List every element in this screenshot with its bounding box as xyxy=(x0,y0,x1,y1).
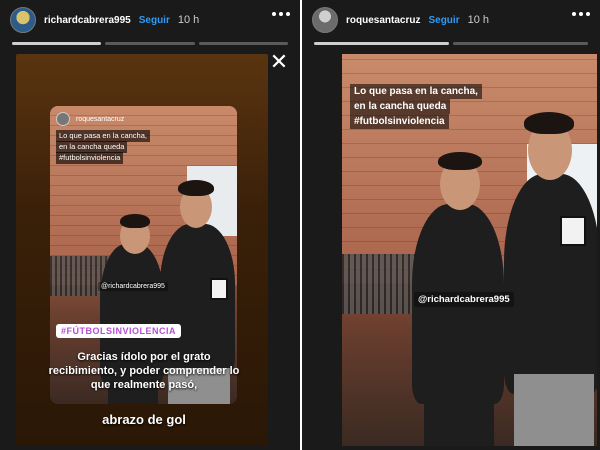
right-story-panel: roquesantacruz Seguir 10 h Lo que pasa e… xyxy=(300,0,600,450)
avatar xyxy=(56,112,70,126)
follow-button[interactable]: Seguir xyxy=(139,15,170,26)
story-text: Gracias ídolo por el grato recibimiento,… xyxy=(48,351,240,391)
close-icon[interactable]: ✕ xyxy=(268,51,290,74)
post-time: 10 h xyxy=(467,14,490,26)
post-time: 10 h xyxy=(177,14,200,26)
follow-button[interactable]: Seguir xyxy=(428,15,459,26)
username[interactable]: roquesantacruz xyxy=(346,15,420,26)
more-options-icon[interactable] xyxy=(572,12,590,16)
avatar[interactable] xyxy=(10,7,36,33)
reshared-username: roquesantacruz xyxy=(76,115,125,123)
person-image xyxy=(504,174,597,394)
story-progress-bar xyxy=(12,42,288,45)
caption-line: Lo que pasa en la cancha, xyxy=(350,84,482,99)
avatar[interactable] xyxy=(312,7,338,33)
hashtag-sticker[interactable]: #FÚTBOLSINVIOLENCIA xyxy=(56,324,182,338)
hashtag-text: #FÚTBOLSINVIOLENCIA xyxy=(61,326,177,336)
username[interactable]: richardcabrera995 xyxy=(44,15,131,26)
progress-segment xyxy=(314,42,449,45)
progress-segment xyxy=(453,42,588,45)
left-story-panel: richardcabrera995 Seguir 10 h roquesanta… xyxy=(0,0,300,450)
story-text-emphasis: abrazo de gol xyxy=(102,412,186,427)
mention-tag[interactable]: @richardcabrera995 xyxy=(98,282,168,291)
progress-segment xyxy=(12,42,102,45)
caption-line: en la cancha queda xyxy=(350,99,451,114)
story-header: roquesantacruz Seguir 10 h xyxy=(302,0,600,40)
mention-tag[interactable]: @richardcabrera995 xyxy=(414,292,514,307)
caption-hashtag[interactable]: #futbolsinviolencia xyxy=(56,152,124,164)
grill-image xyxy=(342,254,422,314)
story-content[interactable]: roquesantacruz Lo que pasa en la cancha,… xyxy=(16,54,268,446)
more-options-icon[interactable] xyxy=(272,12,290,16)
caption-hashtag[interactable]: #futbolsinviolencia xyxy=(350,114,449,129)
reshared-user[interactable]: roquesantacruz xyxy=(56,112,124,126)
story-header: richardcabrera995 Seguir 10 h xyxy=(0,0,300,40)
story-content[interactable]: Lo que pasa en la cancha, en la cancha q… xyxy=(342,54,597,446)
progress-segment xyxy=(105,42,195,45)
story-progress-bar xyxy=(314,42,588,45)
progress-segment xyxy=(198,42,288,45)
